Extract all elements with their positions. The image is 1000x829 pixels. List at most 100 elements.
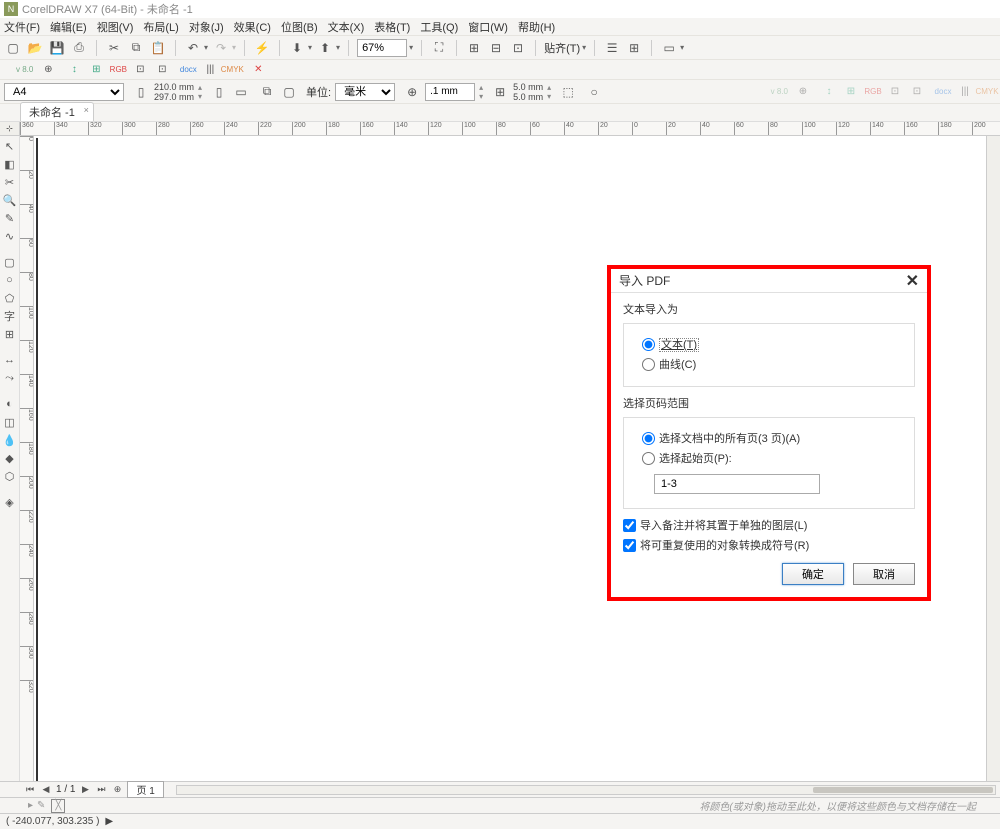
interactive-tool-icon[interactable]: ◈ [2,494,18,510]
prev-page-icon[interactable]: ◀ [40,784,52,796]
rgb-icon[interactable]: RGB [109,61,127,79]
paste-icon[interactable]: 📋 [149,39,167,57]
radio-text[interactable] [642,338,655,351]
shape-tool-icon[interactable]: ◧ [2,156,18,172]
colorbar-pen-icon[interactable]: ✎ [37,800,45,811]
search-icon[interactable]: ⚡ [253,39,271,57]
tab-close-icon[interactable]: × [84,105,89,115]
cmyk-icon[interactable]: CMYK [223,61,241,79]
nudge-icon[interactable]: ⊕ [403,83,421,101]
table-tool-icon[interactable]: ⊞ [2,326,18,342]
options2-icon[interactable]: ⊞ [625,39,643,57]
menu-file[interactable]: 文件(F) [4,19,40,35]
export-icon[interactable]: ⬆ [316,39,334,57]
vertical-scrollbar[interactable] [986,136,1000,781]
eyedropper-tool-icon[interactable]: 💧 [2,432,18,448]
undo-icon[interactable]: ↶ [184,39,202,57]
treat-icon[interactable]: ⬚ [559,83,577,101]
fill-tool-icon[interactable]: ◆ [2,450,18,466]
print-icon[interactable]: ⎙ [70,39,88,57]
menu-help[interactable]: 帮助(H) [518,19,555,35]
rectangle-tool-icon[interactable]: ▢ [2,254,18,270]
snap-label[interactable]: 贴齐(T) [544,40,580,56]
orient-portrait-icon[interactable]: ▯ [210,83,228,101]
macro1-icon[interactable]: ⊕ [39,61,57,79]
redo-dropdown[interactable]: ▾ [232,43,236,52]
fullscreen-icon[interactable]: ⛶ [430,39,448,57]
ruler-origin[interactable]: ⊹ [0,122,20,136]
connector-tool-icon[interactable]: ⤳ [2,370,18,386]
grid-icon[interactable]: ⊟ [487,39,505,57]
snap-dropdown[interactable]: ▾ [582,43,586,52]
new-icon[interactable]: ▢ [4,39,22,57]
guides-icon[interactable]: ⊡ [509,39,527,57]
copy-icon[interactable]: ⧉ [127,39,145,57]
zoom-dropdown[interactable]: ▾ [409,43,413,52]
check-symbols[interactable] [623,539,636,552]
add-page-icon[interactable]: ⊕ [111,784,123,796]
no-color-icon[interactable]: ╳ [51,799,65,813]
zoom-input[interactable] [357,39,407,57]
blend-tool-icon[interactable]: ◐ [2,396,18,412]
cut-icon[interactable]: ✂ [105,39,123,57]
macro4-icon[interactable]: ⊡ [131,61,149,79]
page-tab[interactable]: 页 1 [127,781,163,798]
outline-tool-icon[interactable]: ⬡ [2,468,18,484]
freehand-tool-icon[interactable]: ✎ [2,210,18,226]
macro5-icon[interactable]: ⊡ [153,61,171,79]
launch-icon[interactable]: ▭ [660,39,678,57]
menu-window[interactable]: 窗口(W) [468,19,508,35]
polygon-tool-icon[interactable]: ⬠ [2,290,18,306]
pick-tool-icon[interactable]: ↖ [2,138,18,154]
radio-start-page[interactable] [642,452,655,465]
radio-all-pages[interactable] [642,432,655,445]
macro6-icon[interactable]: ✕ [249,61,267,79]
orient-landscape-icon[interactable]: ▭ [232,83,250,101]
undo-dropdown[interactable]: ▾ [204,43,208,52]
first-page-icon[interactable]: ⏮ [24,784,36,796]
menu-tools[interactable]: 工具(Q) [420,19,458,35]
ellipse-tool-icon[interactable]: ○ [2,272,18,288]
import-icon[interactable]: ⬇ [288,39,306,57]
radio-curve[interactable] [642,358,655,371]
menu-view[interactable]: 视图(V) [97,19,134,35]
ruler-vertical[interactable]: 0204060801001201401601802002202402602803… [20,136,34,781]
redo-icon[interactable]: ↷ [212,39,230,57]
ruler-icon[interactable]: ⊞ [465,39,483,57]
menu-effects[interactable]: 效果(C) [234,19,271,35]
menu-object[interactable]: 对象(J) [189,19,224,35]
macro2-icon[interactable]: ↕ [65,61,83,79]
barcode-icon[interactable]: ||| [201,61,219,79]
last-page-icon[interactable]: ⏭ [95,784,107,796]
menu-edit[interactable]: 编辑(E) [50,19,87,35]
check-comments[interactable] [623,519,636,532]
export-dropdown[interactable]: ▾ [336,43,340,52]
docx-icon[interactable]: docx [179,61,197,79]
open-icon[interactable]: 📂 [26,39,44,57]
crop-tool-icon[interactable]: ✂ [2,174,18,190]
allpages-icon[interactable]: ⧉ [258,83,276,101]
dialog-titlebar[interactable]: 导入 PDF ✕ [611,269,927,293]
colorbar-arrow-icon[interactable]: ▸ [28,800,33,811]
smart-tool-icon[interactable]: ∿ [2,228,18,244]
dimension-tool-icon[interactable]: ↔ [2,352,18,368]
options-icon[interactable]: ☰ [603,39,621,57]
menu-layout[interactable]: 布局(L) [143,19,178,35]
page-range-input[interactable] [654,474,820,494]
zoom-tool-icon[interactable]: 🔍 [2,192,18,208]
document-tab[interactable]: 未命名 -1 × [20,102,94,121]
currentpage-icon[interactable]: ▢ [280,83,298,101]
cancel-button[interactable]: 取消 [853,563,915,585]
menu-text[interactable]: 文本(X) [328,19,365,35]
dialog-close-icon[interactable]: ✕ [906,271,919,291]
unit-select[interactable]: 毫米 [335,83,395,101]
menu-table[interactable]: 表格(T) [374,19,410,35]
duplicate-icon[interactable]: ⊞ [491,83,509,101]
text-tool-icon[interactable]: 字 [2,308,18,324]
next-page-icon[interactable]: ▶ [79,784,91,796]
ok-button[interactable]: 确定 [782,563,844,585]
transparency-tool-icon[interactable]: ◫ [2,414,18,430]
portrait-icon[interactable]: ▯ [132,83,150,101]
options-icon2[interactable]: ○ [585,83,603,101]
paper-size-select[interactable]: A4 [4,83,124,101]
